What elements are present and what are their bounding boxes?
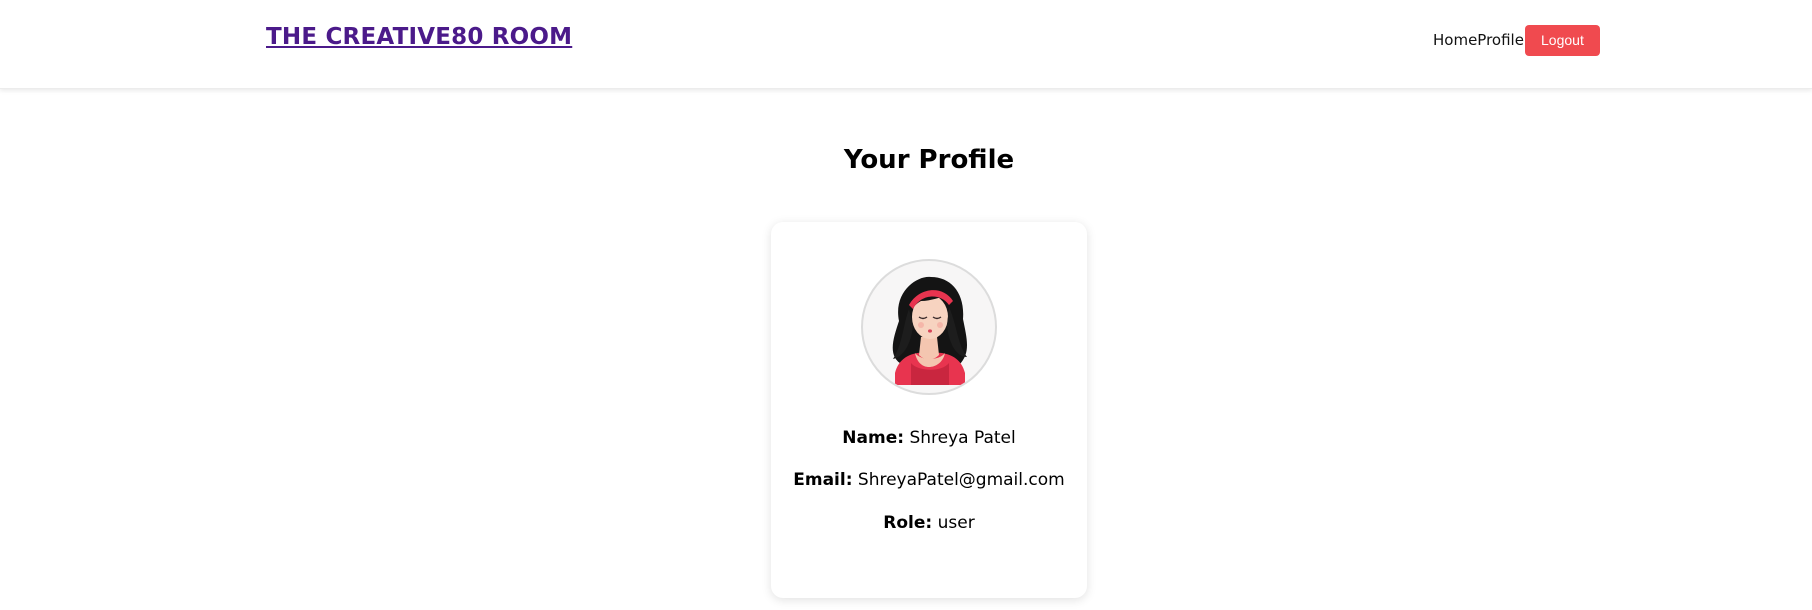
- profile-role-row: Role: user: [771, 513, 1087, 533]
- page-title: Your Profile: [843, 145, 1015, 175]
- profile-email-row: Email: ShreyaPatel@gmail.com: [771, 470, 1087, 490]
- email-value: ShreyaPatel@gmail.com: [857, 470, 1065, 490]
- email-label: Email:: [793, 470, 853, 490]
- name-label: Name:: [842, 428, 905, 448]
- logout-button[interactable]: Logout: [1524, 24, 1600, 56]
- profile-card: Name: Shreya Patel Email: ShreyaPatel@gm…: [771, 222, 1087, 598]
- name-value: Shreya Patel: [909, 428, 1016, 448]
- nav-link-home[interactable]: Home: [1433, 24, 1477, 56]
- role-label: Role:: [883, 513, 933, 533]
- avatar: [861, 259, 997, 395]
- nav-link-profile[interactable]: Profile: [1477, 24, 1524, 56]
- avatar-woman-icon: [892, 276, 967, 385]
- nav-links: Home Profile Logout: [1433, 24, 1600, 56]
- top-navbar: THE CREATIVE80 ROOM Home Profile Logout: [0, 0, 1812, 89]
- brand-link[interactable]: THE CREATIVE80 ROOM: [266, 24, 572, 50]
- profile-name-row: Name: Shreya Patel: [771, 428, 1087, 448]
- role-value: user: [937, 513, 975, 533]
